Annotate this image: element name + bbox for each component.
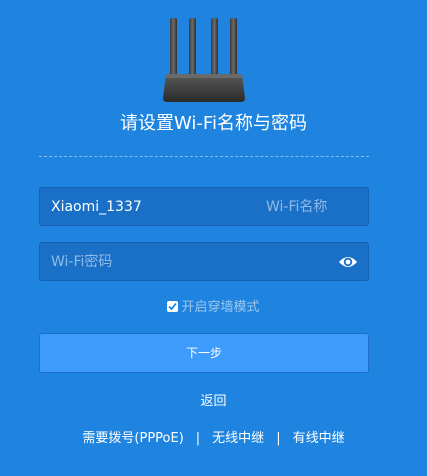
wall-mode-checkbox[interactable]: 开启穿墙模式 — [0, 299, 427, 317]
back-link[interactable]: 返回 — [200, 394, 226, 409]
router-icon — [163, 18, 245, 102]
checkbox-checked-icon[interactable] — [167, 301, 179, 312]
pppoe-link[interactable]: 需要拨号(PPPoE) — [82, 431, 183, 446]
divider — [39, 156, 369, 157]
eye-icon[interactable] — [338, 253, 358, 271]
wired-relay-link[interactable]: 有线中继 — [293, 431, 345, 446]
back-link-row: 返回 — [0, 393, 427, 411]
ssid-value: Xiaomi_1337 — [51, 199, 142, 215]
ssid-hint: Wi-Fi名称 — [266, 199, 328, 215]
page-title: 请设置Wi-Fi名称与密码 — [120, 113, 307, 134]
wireless-relay-link[interactable]: 无线中继 — [212, 431, 264, 446]
separator: | — [195, 431, 201, 446]
wall-mode-label: 开启穿墙模式 — [181, 300, 260, 315]
bottom-links: 需要拨号(PPPoE) | 无线中继 | 有线中继 — [0, 430, 427, 448]
password-input[interactable] — [40, 243, 330, 280]
ssid-field[interactable]: Xiaomi_1337 Wi-Fi名称 — [39, 187, 369, 226]
separator: | — [276, 431, 281, 446]
password-field — [39, 242, 369, 281]
next-button[interactable]: 下一步 — [39, 333, 369, 373]
